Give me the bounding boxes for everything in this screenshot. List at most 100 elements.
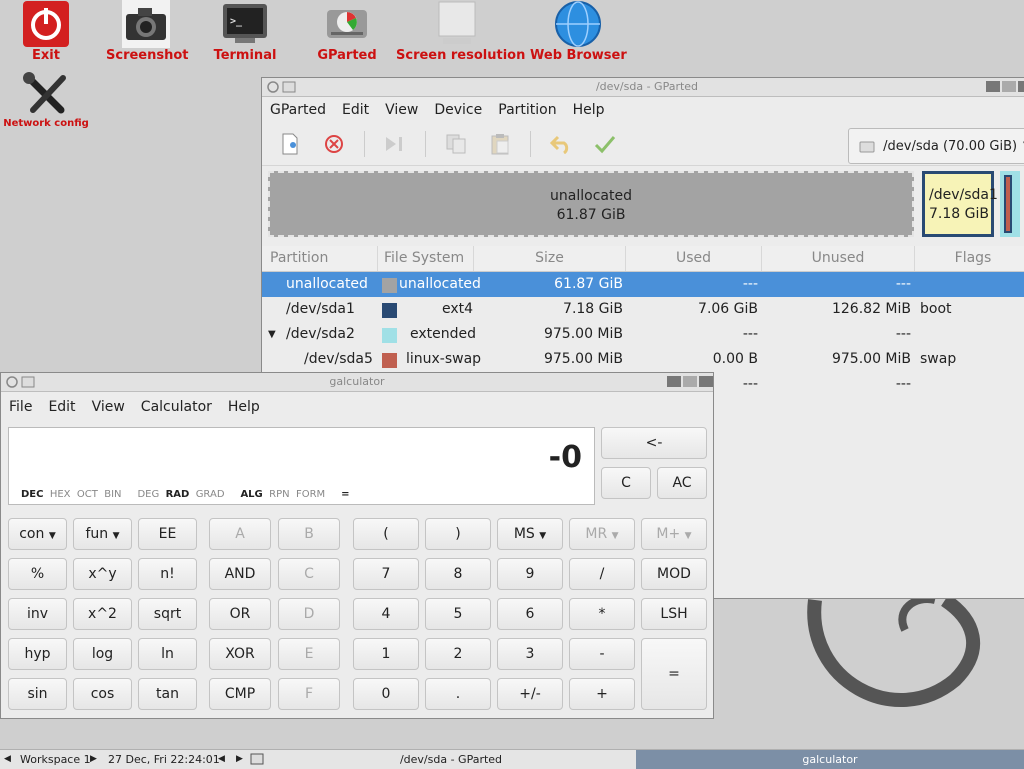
menu-device[interactable]: Device: [434, 102, 482, 118]
equals-button[interactable]: =: [641, 638, 707, 710]
window-menu-icon[interactable]: [21, 375, 35, 389]
hex-d-button[interactable]: D: [278, 598, 340, 630]
and-button[interactable]: AND: [209, 558, 271, 590]
column-file-system[interactable]: File System: [378, 246, 474, 271]
maximize-button[interactable]: [1002, 81, 1016, 92]
subtract-button[interactable]: -: [569, 638, 635, 670]
factorial-button[interactable]: n!: [138, 558, 197, 590]
close-button[interactable]: [1018, 81, 1024, 92]
sqrt-button[interactable]: sqrt: [138, 598, 197, 630]
square-button[interactable]: x^2: [73, 598, 132, 630]
gparted-desktop-icon[interactable]: GParted: [312, 0, 382, 63]
column-flags[interactable]: Flags: [915, 246, 1024, 271]
digit-7-button[interactable]: 7: [353, 558, 419, 590]
mode-grad[interactable]: GRAD: [196, 489, 225, 500]
task-next-icon[interactable]: ▶: [236, 750, 243, 769]
minimize-button[interactable]: [986, 81, 1000, 92]
paste-button[interactable]: [486, 130, 514, 158]
mode-rpn[interactable]: RPN: [269, 489, 289, 500]
copy-button[interactable]: [442, 130, 470, 158]
disk-map-unallocated[interactable]: unallocated 61.87 GiB: [268, 171, 914, 237]
terminal-desktop-icon[interactable]: >_ Terminal: [210, 0, 280, 63]
hex-f-button[interactable]: F: [278, 678, 340, 710]
all-clear-button[interactable]: AC: [657, 467, 707, 499]
screen-resolution-desktop-icon[interactable]: Screen resolution: [396, 0, 525, 63]
or-button[interactable]: OR: [209, 598, 271, 630]
digit-2-button[interactable]: 2: [425, 638, 491, 670]
menu-view[interactable]: View: [385, 102, 418, 118]
menu-view[interactable]: View: [92, 399, 125, 415]
minimize-button[interactable]: [667, 376, 681, 387]
resize-move-button[interactable]: [381, 130, 409, 158]
xor-button[interactable]: XOR: [209, 638, 271, 670]
add-button[interactable]: +: [569, 678, 635, 710]
undo-button[interactable]: [547, 130, 575, 158]
hex-b-button[interactable]: B: [278, 518, 340, 550]
network-config-desktop-icon[interactable]: Network config: [2, 72, 90, 129]
new-partition-button[interactable]: [276, 130, 304, 158]
digit-5-button[interactable]: 5: [425, 598, 491, 630]
decimal-point-button[interactable]: .: [425, 678, 491, 710]
mode-oct[interactable]: OCT: [77, 489, 98, 500]
cmp-button[interactable]: CMP: [209, 678, 271, 710]
sin-button[interactable]: sin: [8, 678, 67, 710]
menu-file[interactable]: File: [9, 399, 32, 415]
task-prev-icon[interactable]: ◀: [218, 750, 225, 769]
right-paren-button[interactable]: ): [425, 518, 491, 550]
digit-0-button[interactable]: 0: [353, 678, 419, 710]
galculator-window[interactable]: galculator File Edit View Calculator Hel…: [0, 372, 714, 719]
left-shift-button[interactable]: LSH: [641, 598, 707, 630]
menu-help[interactable]: Help: [228, 399, 260, 415]
delete-partition-button[interactable]: [320, 130, 348, 158]
mode-alg[interactable]: ALG: [240, 489, 262, 500]
close-button[interactable]: [699, 376, 713, 387]
apply-button[interactable]: [591, 130, 619, 158]
log-button[interactable]: log: [73, 638, 132, 670]
hex-e-button[interactable]: E: [278, 638, 340, 670]
workspace-label[interactable]: Workspace 1: [20, 750, 91, 769]
mode-rad[interactable]: RAD: [166, 489, 190, 500]
disk-map-sda5[interactable]: [1004, 175, 1012, 233]
change-sign-button[interactable]: +/-: [497, 678, 563, 710]
galculator-titlebar[interactable]: galculator: [1, 373, 713, 392]
column-size[interactable]: Size: [474, 246, 626, 271]
window-menu-icon[interactable]: [282, 80, 296, 94]
ln-button[interactable]: ln: [138, 638, 197, 670]
ee-button[interactable]: EE: [138, 518, 197, 550]
gparted-titlebar[interactable]: /dev/sda - GParted: [262, 78, 1024, 97]
constants-dropdown[interactable]: con ▼: [8, 518, 67, 550]
disk-map-extended[interactable]: [1000, 171, 1020, 237]
table-row[interactable]: /dev/sda5 linux-swap 975.00 MiB 0.00 B 9…: [262, 347, 1024, 372]
web-browser-desktop-icon[interactable]: Web Browser: [530, 0, 627, 63]
device-selector[interactable]: /dev/sda (70.00 GiB) ▼: [848, 128, 1024, 164]
hex-c-button[interactable]: C: [278, 558, 340, 590]
memory-plus-button[interactable]: M+ ▼: [641, 518, 707, 550]
left-paren-button[interactable]: (: [353, 518, 419, 550]
task-gparted[interactable]: /dev/sda - GParted: [266, 750, 636, 769]
cos-button[interactable]: cos: [73, 678, 132, 710]
screenshot-desktop-icon[interactable]: Screenshot: [106, 0, 189, 63]
menu-partition[interactable]: Partition: [498, 102, 556, 118]
mode-deg[interactable]: DEG: [137, 489, 159, 500]
mode-form[interactable]: FORM: [296, 489, 325, 500]
exit-desktop-icon[interactable]: Exit: [14, 0, 78, 63]
mode-bin[interactable]: BIN: [104, 489, 121, 500]
mode-dec[interactable]: DEC: [21, 489, 43, 500]
clear-button[interactable]: C: [601, 467, 651, 499]
digit-4-button[interactable]: 4: [353, 598, 419, 630]
show-desktop-icon[interactable]: [250, 753, 264, 765]
column-used[interactable]: Used: [626, 246, 762, 271]
percent-button[interactable]: %: [8, 558, 67, 590]
tan-button[interactable]: tan: [138, 678, 197, 710]
hyperbolic-button[interactable]: hyp: [8, 638, 67, 670]
digit-1-button[interactable]: 1: [353, 638, 419, 670]
menu-gparted[interactable]: GParted: [270, 102, 326, 118]
menu-help[interactable]: Help: [573, 102, 605, 118]
digit-6-button[interactable]: 6: [497, 598, 563, 630]
divide-button[interactable]: /: [569, 558, 635, 590]
menu-calculator[interactable]: Calculator: [141, 399, 212, 415]
digit-8-button[interactable]: 8: [425, 558, 491, 590]
memory-recall-button[interactable]: MR ▼: [569, 518, 635, 550]
column-unused[interactable]: Unused: [762, 246, 915, 271]
disk-map-sda1[interactable]: /dev/sda1 7.18 GiB: [922, 171, 998, 237]
